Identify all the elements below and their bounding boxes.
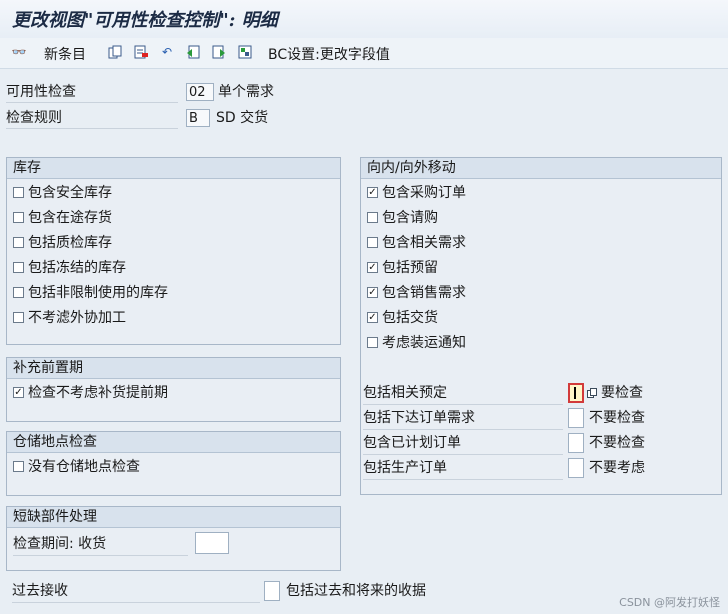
undo-icon[interactable]: ↶ [160, 45, 174, 59]
released-order-reqs-input[interactable] [568, 408, 584, 428]
relation-label: 包含已计划订单 [363, 432, 563, 455]
checking-rule-label: 检查规则 [6, 108, 178, 129]
checking-period-label: 检查期间: 收货 [13, 533, 188, 556]
checkbox-label: 包含请购 [382, 210, 438, 226]
past-receipts-row: 过去接收 包括过去和将来的收据 [6, 580, 666, 604]
past-receipts-option: 包括过去和将来的收据 [286, 583, 426, 599]
movements-group-title: 向内/向外移动 [361, 158, 721, 179]
storage-location-group: 仓储地点检查 没有仓储地点检查 [6, 431, 341, 496]
checkbox-label: 包括冻结的库存 [28, 260, 126, 276]
availability-check-desc: 单个需求 [218, 84, 274, 100]
checkbox-box[interactable]: ✓ [367, 262, 378, 273]
checkbox-box[interactable] [367, 212, 378, 223]
window-title: 更改视图"可用性检查控制": 明细 [12, 10, 278, 31]
checkbox-box[interactable]: ✓ [13, 387, 24, 398]
relation-row-dependent-reservations: 包括相关预定 要检查 [363, 382, 719, 405]
availability-check-row: 可用性检查 02 单个需求 [6, 82, 406, 104]
availability-check-label: 可用性检查 [6, 82, 178, 103]
checking-period-input[interactable] [195, 532, 229, 554]
checking-rule-desc: SD 交货 [216, 110, 269, 126]
checking-rule-row: 检查规则 B SD 交货 [6, 108, 406, 130]
checkbox-label: 考虑装运通知 [382, 335, 466, 351]
checkbox-box[interactable] [13, 187, 24, 198]
checkbox-label: 包括预留 [382, 260, 438, 276]
checkbox-label: 包括交货 [382, 310, 438, 326]
replenishment-group-title: 补充前置期 [7, 358, 340, 379]
checkbox-box[interactable] [13, 461, 24, 472]
relation-desc: 不要检查 [589, 410, 645, 426]
relation-row-released-order-reqs: 包括下达订单需求 不要检查 [363, 407, 719, 430]
checkbox-box[interactable]: ✓ [367, 287, 378, 298]
checkbox-box[interactable] [13, 262, 24, 273]
title-bar: 更改视图"可用性检查控制": 明细 [0, 0, 728, 39]
relation-row-planned-orders: 包含已计划订单 不要检查 [363, 432, 719, 455]
checkbox-label: 包含采购订单 [382, 185, 466, 201]
checkbox-box[interactable] [367, 237, 378, 248]
availability-check-input[interactable]: 02 [186, 83, 214, 101]
checkbox-label: 没有仓储地点检查 [28, 459, 140, 475]
previous-entry-icon[interactable] [186, 45, 200, 59]
delete-icon[interactable] [134, 45, 148, 59]
next-entry-icon[interactable] [212, 45, 226, 59]
past-receipts-input[interactable] [264, 581, 280, 601]
checkbox-box[interactable] [13, 287, 24, 298]
stock-group: 库存 包含安全库存 包含在途存货 包括质检库存 包括冻结的库存 包括非限制使用的… [6, 157, 341, 345]
new-entries-button[interactable]: 新条目 [44, 44, 86, 64]
checkbox-label: 检查不考虑补货提前期 [28, 385, 168, 401]
movements-group: 向内/向外移动 ✓ 包含采购订单 包含请购 包含相关需求 ✓ 包括预留 ✓ 包含… [360, 157, 722, 495]
missing-parts-group-title: 短缺部件处理 [7, 507, 340, 528]
bc-set-button[interactable]: BC设置:更改字段值 [268, 44, 390, 64]
production-orders-input[interactable] [568, 458, 584, 478]
relation-desc: 不要考虑 [589, 460, 645, 476]
checkbox-label: 包含相关需求 [382, 235, 466, 251]
checkbox-label: 包含销售需求 [382, 285, 466, 301]
missing-parts-group: 短缺部件处理 检查期间: 收货 [6, 506, 341, 571]
copy-icon[interactable] [108, 45, 122, 59]
checkbox-box[interactable] [13, 212, 24, 223]
relation-label: 包括生产订单 [363, 457, 563, 480]
relation-label: 包括下达订单需求 [363, 407, 563, 430]
stock-group-title: 库存 [7, 158, 340, 179]
planned-orders-input[interactable] [568, 433, 584, 453]
checkbox-label: 不考滤外协加工 [28, 310, 126, 326]
checkbox-box[interactable] [13, 312, 24, 323]
checkbox-label: 包含在途存货 [28, 210, 112, 226]
checkbox-box[interactable]: ✓ [367, 187, 378, 198]
checkbox-box[interactable]: ✓ [367, 312, 378, 323]
checkbox-box[interactable] [367, 337, 378, 348]
relation-label: 包括相关预定 [363, 382, 563, 405]
dependent-reservations-input[interactable] [568, 383, 584, 403]
relation-desc: 不要检查 [589, 435, 645, 451]
application-toolbar: 👓 新条目 ↶ BC设置:更改字段值 [0, 38, 728, 69]
value-help-icon[interactable] [587, 387, 597, 398]
replenishment-group: 补充前置期 ✓ 检查不考虑补货提前期 [6, 357, 341, 422]
checkbox-box[interactable] [13, 237, 24, 248]
text-cursor [574, 387, 576, 399]
watermark: CSDN @阿发打妖怪 [619, 596, 720, 609]
checkbox-label: 包含安全库存 [28, 185, 112, 201]
relation-desc: 要检查 [601, 385, 643, 401]
checkbox-label: 包括质检库存 [28, 235, 112, 251]
storage-location-group-title: 仓储地点检查 [7, 432, 340, 453]
variant-icon[interactable] [238, 45, 252, 59]
past-receipts-label: 过去接收 [12, 580, 260, 603]
glasses-icon[interactable]: 👓 [12, 45, 27, 59]
relation-row-production-orders: 包括生产订单 不要考虑 [363, 457, 719, 480]
checkbox-label: 包括非限制使用的库存 [28, 285, 168, 301]
checking-rule-input[interactable]: B [186, 109, 210, 127]
